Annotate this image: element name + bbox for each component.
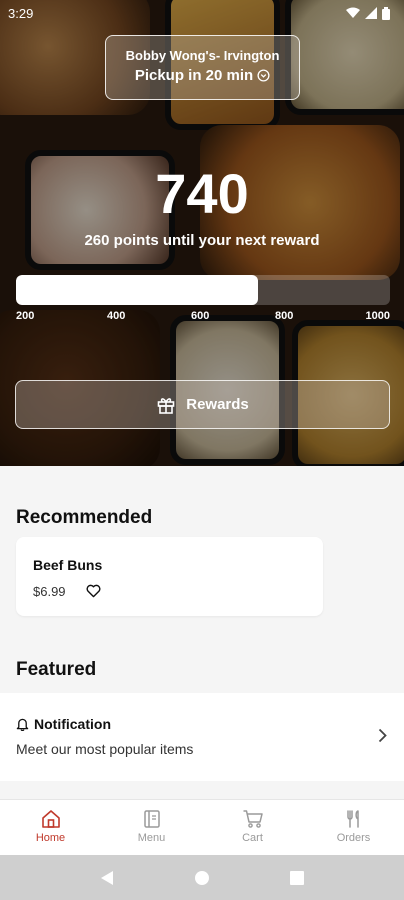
- back-icon[interactable]: [100, 870, 114, 886]
- tick-label: 600: [191, 310, 210, 322]
- notification-title: Notification: [34, 716, 111, 732]
- nav-orders[interactable]: Orders: [303, 800, 404, 855]
- wifi-icon: [346, 7, 360, 18]
- gift-icon: [157, 397, 175, 414]
- bell-icon: [16, 718, 29, 731]
- heart-icon[interactable]: [86, 584, 101, 598]
- tick-label: 1000: [365, 310, 390, 322]
- status-bar: 3:29: [0, 0, 404, 26]
- signal-icon: [365, 7, 377, 19]
- chevron-down-circle-icon: [257, 69, 270, 82]
- status-time: 3:29: [8, 5, 34, 21]
- store-name: Bobby Wong's- Irvington: [125, 48, 280, 63]
- status-icons: [346, 6, 390, 20]
- nav-menu-label: Menu: [137, 832, 166, 844]
- menu-icon: [143, 810, 160, 828]
- rewards-progress-fill: [16, 275, 259, 305]
- rewards-button-label: Rewards: [186, 396, 249, 413]
- chevron-right-icon: [378, 728, 387, 743]
- nav-menu[interactable]: Menu: [101, 800, 202, 855]
- points-balance: 740: [155, 162, 249, 225]
- notification-card[interactable]: Notification Meet our most popular items: [0, 693, 404, 781]
- pickup-time: Pickup in 20 min: [134, 67, 254, 84]
- orders-icon: [346, 810, 359, 828]
- system-navigation-bar: [0, 855, 404, 900]
- rewards-button[interactable]: Rewards: [15, 380, 390, 429]
- nav-cart-label: Cart: [242, 832, 263, 844]
- home-circle-icon[interactable]: [194, 870, 210, 886]
- progress-tick-labels: 200 400 600 800 1000: [16, 310, 390, 324]
- home-icon: [41, 810, 60, 828]
- nav-cart[interactable]: Cart: [202, 800, 303, 855]
- bottom-navigation: Home Menu Cart Orders: [0, 799, 404, 855]
- notification-subtitle: Meet our most popular items: [16, 741, 194, 757]
- rewards-hero: 3:29 Bobby Wong's- Irvington Pickup in 2…: [0, 0, 404, 466]
- recommended-item-card[interactable]: Beef Buns $6.99: [16, 537, 323, 616]
- cart-icon: [243, 810, 263, 828]
- rewards-progress-bar: [16, 275, 390, 305]
- pickup-location-selector[interactable]: Bobby Wong's- Irvington Pickup in 20 min: [105, 35, 300, 100]
- recents-icon[interactable]: [290, 870, 304, 885]
- nav-home-label: Home: [35, 832, 66, 844]
- item-price: $6.99: [33, 584, 66, 599]
- nav-orders-label: Orders: [336, 832, 371, 844]
- nav-home[interactable]: Home: [0, 800, 101, 855]
- tick-label: 200: [16, 310, 35, 322]
- recommended-heading: Recommended: [16, 507, 153, 528]
- points-until-reward: 260 points until your next reward: [84, 232, 320, 249]
- featured-heading: Featured: [16, 659, 97, 680]
- tick-label: 400: [107, 310, 126, 322]
- item-name: Beef Buns: [33, 557, 103, 573]
- tick-label: 800: [275, 310, 294, 322]
- battery-icon: [382, 6, 390, 20]
